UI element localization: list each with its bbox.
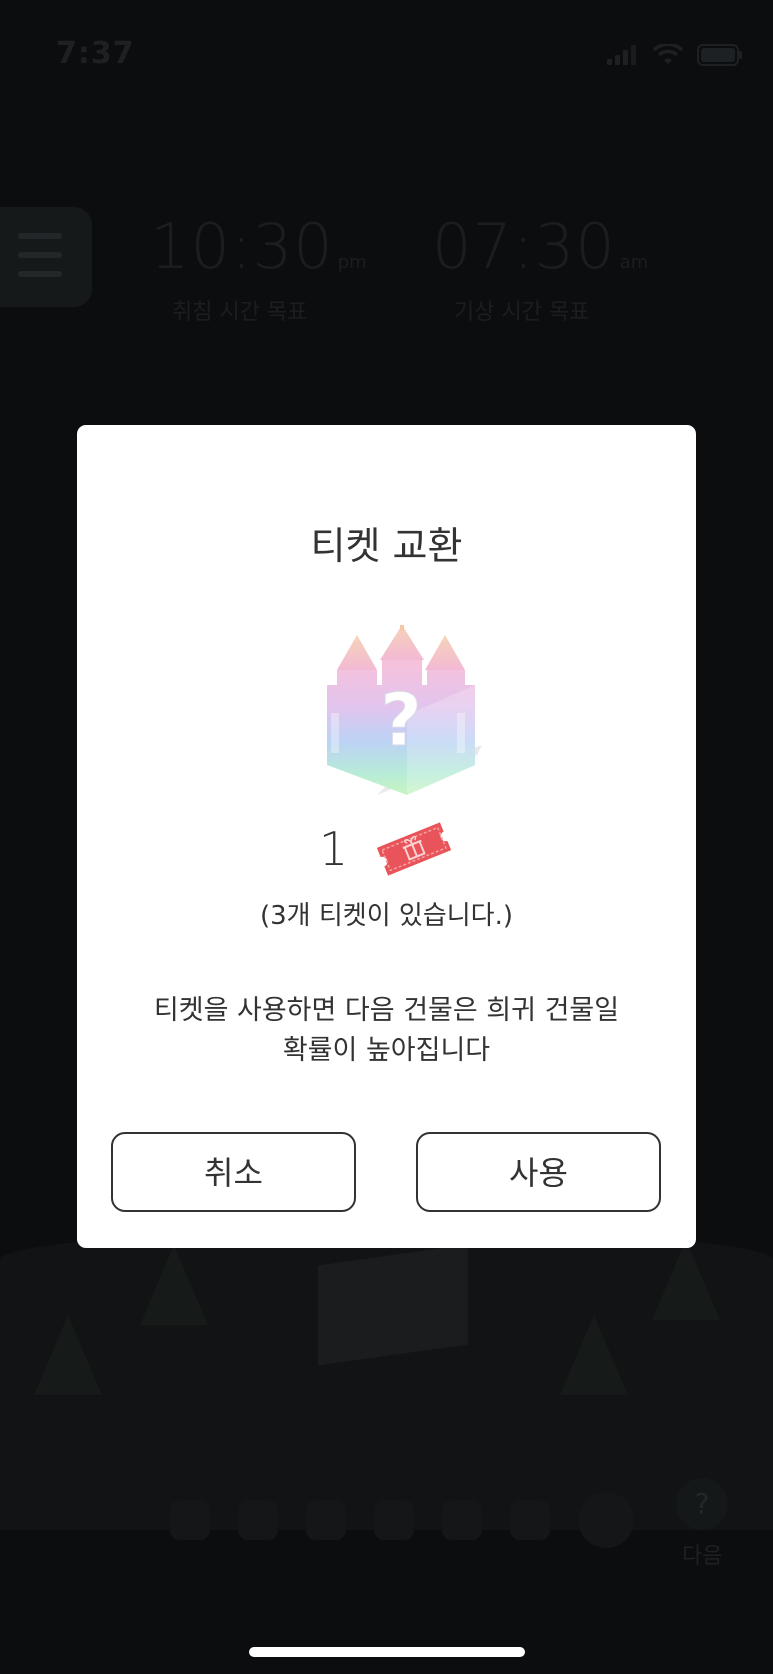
hamburger-icon-line (18, 252, 62, 258)
status-icons (607, 44, 743, 66)
tray-slot[interactable] (170, 1500, 210, 1540)
bedtime-goal-label: 취침 시간 목표 (172, 300, 308, 325)
wake-goal-label: 기상 시간 목표 (454, 300, 590, 325)
bedtime-goal[interactable]: 10:30 pm 취침 시간 목표 (150, 210, 367, 325)
message-line-1: 티켓을 사용하면 다음 건물은 희귀 건물일 (153, 995, 620, 1026)
tray-slot[interactable] (374, 1500, 414, 1540)
building (318, 1244, 468, 1366)
wake-goal-ampm: am (619, 252, 649, 273)
menu-button[interactable] (0, 207, 92, 307)
tray-slot[interactable] (306, 1500, 346, 1540)
ticket-cost: 1 (318, 822, 349, 876)
hamburger-icon (18, 233, 62, 239)
building-tray (170, 1492, 634, 1548)
wifi-icon (653, 44, 683, 64)
gift-icon[interactable] (578, 1492, 634, 1548)
mystery-castle-icon: ? (327, 625, 482, 795)
tree (34, 1315, 102, 1395)
tickets-available-text: (3개 티켓이 있습니다.) (260, 901, 513, 931)
wake-goal[interactable]: 07:30 am 기상 시간 목표 (432, 210, 649, 325)
bedtime-goal-ampm: pm (337, 252, 367, 273)
message-line-2: 확률이 높아집니다 (282, 1035, 491, 1066)
dialog-title: 티켓 교환 (310, 524, 463, 568)
next-label: 다음 (682, 1544, 723, 1569)
dialog-message: 티켓을 사용하면 다음 건물은 희귀 건물일 확률이 높아집니다 (77, 991, 696, 1071)
use-button[interactable]: 사용 (416, 1132, 661, 1212)
next-button[interactable]: ? (676, 1478, 728, 1530)
tray-slot[interactable] (238, 1500, 278, 1540)
status-time: 7:37 (56, 36, 135, 71)
tray-slot[interactable] (442, 1500, 482, 1540)
cancel-button[interactable]: 취소 (111, 1132, 356, 1212)
tree (140, 1245, 208, 1325)
tree (652, 1240, 720, 1320)
wake-goal-value: 07:30 (432, 210, 616, 283)
tray-slot[interactable] (510, 1500, 550, 1540)
mystery-symbol: ? (380, 678, 422, 762)
ticket-icon (376, 822, 452, 876)
home-indicator[interactable] (249, 1647, 525, 1657)
status-bar: 7:37 (0, 0, 773, 110)
ticket-exchange-dialog: 티켓 교환 ? 1 (3개 티켓이 있습니다.) 티켓을 사용하면 다음 건물은… (77, 425, 696, 1248)
hamburger-icon-line (18, 271, 62, 277)
ticket-cost-row: 1 (77, 820, 696, 878)
bedtime-goal-value: 10:30 (150, 210, 334, 283)
cellular-signal-icon (607, 45, 636, 65)
tree (560, 1315, 628, 1395)
battery-icon (697, 44, 742, 66)
